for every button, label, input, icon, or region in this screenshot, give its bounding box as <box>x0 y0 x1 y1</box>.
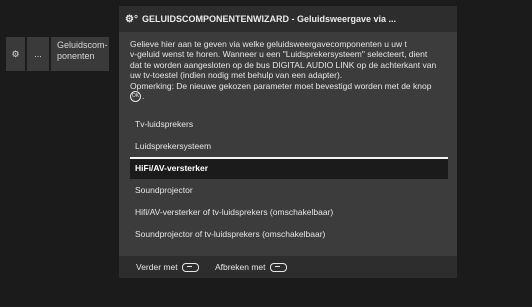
option-hifi-av-amplifier[interactable]: HiFi/AV-versterker <box>130 157 448 179</box>
dialog-title: GELUIDSCOMPONENTENWIZARD - Geluidsweerga… <box>141 14 397 24</box>
option-soundprojector[interactable]: Soundprojector <box>130 179 448 201</box>
dialog-footer: Verder met Afbreken met <box>119 256 457 278</box>
remote-forward-button-icon <box>181 263 199 273</box>
dialog-description: Gelieve hier aan te geven via welke gelu… <box>119 32 457 103</box>
breadcrumb: ⚙ ... Geluidscom- ponenten <box>6 37 109 71</box>
option-list: Tv-luidsprekers Luidsprekersysteem HiFi/… <box>130 113 448 245</box>
sound-components-wizard-dialog: ⚙° GELUIDSCOMPONENTENWIZARD - Geluidswee… <box>119 6 457 278</box>
option-speaker-system[interactable]: Luidsprekersysteem <box>130 135 448 157</box>
description-line: Gelieve hier aan te geven via welke gelu… <box>130 39 407 49</box>
breadcrumb-item-sound-components[interactable]: Geluidscom- ponenten <box>51 37 109 71</box>
breadcrumb-item-ellipsis[interactable]: ... <box>27 37 49 71</box>
description-line: uw tv-toestel (indien nodig met behulp v… <box>130 70 343 81</box>
option-hifi-or-tv-speakers[interactable]: Hifi/AV-versterker of tv-luidsprekers (o… <box>130 201 448 223</box>
screen: ⚙ ... Geluidscom- ponenten ⚙° GELUIDSCOM… <box>0 0 532 307</box>
next-label: Verder met <box>136 261 178 272</box>
description-line: v-geluid wenst te horen. Wanneer u een "… <box>130 49 428 60</box>
dialog-header: ⚙° GELUIDSCOMPONENTENWIZARD - Geluidswee… <box>119 6 457 32</box>
gear-icon[interactable]: ⚙ <box>6 37 25 71</box>
option-soundprojector-or-tv-speakers[interactable]: Soundprojector of tv-luidsprekers (omsch… <box>130 223 448 245</box>
ok-button-icon: OK <box>130 91 141 103</box>
remote-back-button-icon <box>269 263 287 273</box>
description-line: dat te worden aangesloten op de bus DIGI… <box>130 59 437 70</box>
breadcrumb-item-label: Geluidscom- ponenten <box>57 40 108 61</box>
description-line: Opmerking: De nieuwe gekozen parameter m… <box>130 80 432 91</box>
sound-components-icon: ⚙° <box>125 13 138 25</box>
next-hint[interactable]: Verder met <box>136 261 199 273</box>
description-line-end: OK. <box>130 91 451 103</box>
description-period: . <box>142 91 145 102</box>
cancel-label: Afbreken met <box>214 261 266 272</box>
cancel-hint[interactable]: Afbreken met <box>214 261 287 273</box>
option-tv-speakers[interactable]: Tv-luidsprekers <box>130 113 448 135</box>
